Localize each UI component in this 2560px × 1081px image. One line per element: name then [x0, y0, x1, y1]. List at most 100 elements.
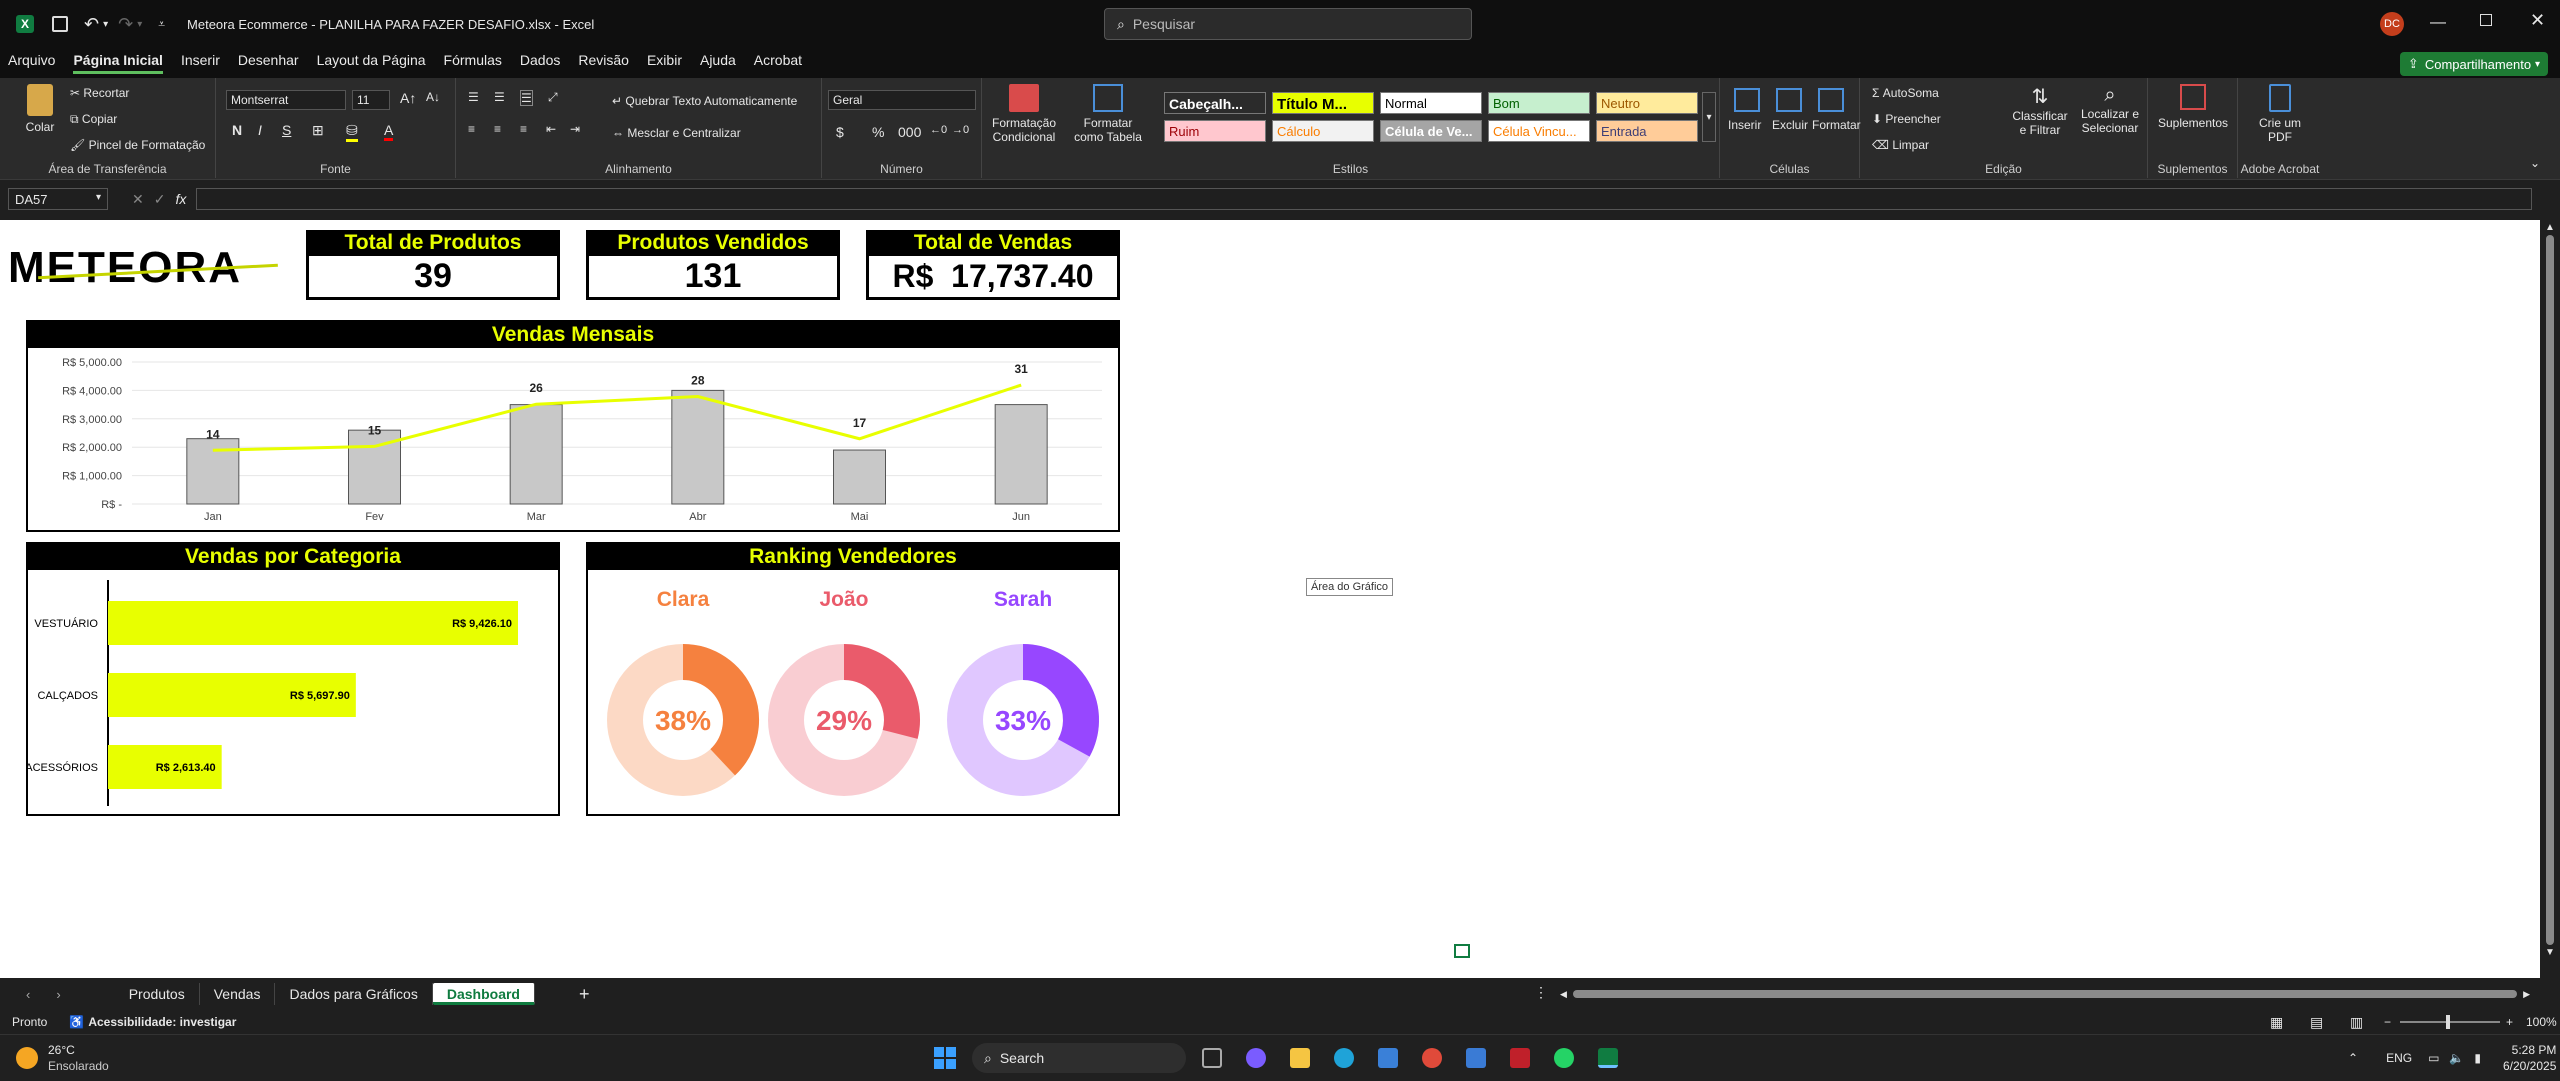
- clock-time[interactable]: 5:28 PM: [2503, 1042, 2557, 1058]
- decrease-decimal-icon[interactable]: →0: [952, 124, 969, 136]
- style-bom[interactable]: Bom: [1488, 92, 1590, 114]
- network-icon[interactable]: ▭: [2428, 1051, 2439, 1065]
- page-break-icon[interactable]: ▥: [2350, 1014, 2363, 1031]
- indent-increase-icon[interactable]: ⇥: [570, 122, 580, 136]
- tab-ajuda[interactable]: Ajuda: [700, 52, 736, 74]
- style-neutro[interactable]: Neutro: [1596, 92, 1698, 114]
- style-normal[interactable]: Normal: [1380, 92, 1482, 114]
- chart-vendas-mensais[interactable]: Vendas Mensais R$ 5,000.00 R$ 4,000.00 R$ …: [26, 320, 1120, 532]
- weather-widget[interactable]: 26°C Ensolarado: [16, 1035, 109, 1081]
- accessibility-status[interactable]: Acessibilidade: investigar: [88, 1015, 236, 1029]
- clear-button[interactable]: ⌫ Limpar: [1872, 138, 1929, 152]
- save-icon[interactable]: [52, 16, 68, 32]
- language-indicator[interactable]: ENG: [2386, 1051, 2412, 1065]
- vertical-scrollbar[interactable]: ▲ ▼: [2540, 220, 2560, 978]
- italic-icon[interactable]: I: [258, 122, 262, 138]
- tray-overflow-icon[interactable]: ⌃: [2348, 1051, 2358, 1065]
- clock-date[interactable]: 6/20/2025: [2503, 1058, 2556, 1074]
- find-select-button[interactable]: ⌕ Localizar e Selecionar: [2076, 84, 2144, 135]
- redo-icon[interactable]: ↷: [118, 14, 133, 35]
- name-box[interactable]: DA57 ▾: [8, 188, 108, 210]
- undo-icon[interactable]: ↶: [84, 14, 99, 35]
- font-color-icon[interactable]: A: [384, 122, 394, 141]
- align-middle-icon[interactable]: ☰: [494, 90, 505, 104]
- style-entrada[interactable]: Entrada: [1596, 120, 1698, 142]
- cancel-entry-icon[interactable]: ✕: [132, 191, 144, 208]
- style-celula-vinculada[interactable]: Célula Vincu...: [1488, 120, 1590, 142]
- font-size-select[interactable]: 11: [352, 90, 390, 110]
- h-scroll-thumb[interactable]: [1572, 990, 2518, 998]
- grow-font-icon[interactable]: A↑: [400, 90, 416, 106]
- zoom-level[interactable]: 100%: [2526, 1015, 2557, 1029]
- normal-view-icon[interactable]: ▦: [2270, 1014, 2283, 1031]
- sheet-tab-dados-graficos[interactable]: Dados para Gráficos: [275, 983, 433, 1005]
- whatsapp-icon[interactable]: [1554, 1048, 1574, 1068]
- avatar[interactable]: DC: [2380, 12, 2404, 36]
- file-explorer-icon[interactable]: [1290, 1048, 1310, 1068]
- style-calculo[interactable]: Cálculo: [1272, 120, 1374, 142]
- more-options-icon[interactable]: ⋮: [1534, 984, 1548, 1001]
- increase-decimal-icon[interactable]: ←0: [930, 124, 947, 136]
- comma-style-icon[interactable]: 000: [898, 124, 921, 140]
- collapse-ribbon-icon[interactable]: ⌄: [2530, 156, 2540, 170]
- scroll-right-icon[interactable]: ▶: [2523, 989, 2530, 1000]
- insert-function-icon[interactable]: fx: [175, 191, 186, 207]
- volume-icon[interactable]: 🔈: [2449, 1051, 2464, 1065]
- minimize-icon[interactable]: —: [2430, 14, 2446, 32]
- paste-button[interactable]: Colar: [20, 84, 60, 134]
- insert-cells-button[interactable]: Inserir: [1728, 118, 1761, 132]
- sort-filter-button[interactable]: ⇅ Classificar e Filtrar: [2010, 84, 2070, 137]
- customize-qat-icon[interactable]: ⩡: [158, 17, 165, 32]
- delete-cells-button[interactable]: Excluir: [1772, 118, 1808, 132]
- zoom-slider-thumb[interactable]: [2446, 1015, 2450, 1029]
- confirm-entry-icon[interactable]: ✓: [154, 191, 166, 208]
- addins-button[interactable]: Suplementos: [2156, 84, 2230, 130]
- styles-more-icon[interactable]: ▾: [1702, 92, 1716, 142]
- orientation-icon[interactable]: ⤢: [548, 90, 558, 105]
- align-center-icon[interactable]: ≡: [494, 122, 501, 136]
- underline-icon[interactable]: S: [282, 122, 291, 138]
- redo-dropdown-icon[interactable]: ▾: [137, 19, 142, 30]
- conditional-format-button[interactable]: Formatação Condicional: [990, 84, 1058, 144]
- align-right-icon[interactable]: ≡: [520, 122, 527, 136]
- style-ruim[interactable]: Ruim: [1164, 120, 1266, 142]
- tab-prev-icon[interactable]: ‹: [26, 987, 30, 1002]
- chart-vendas-categoria[interactable]: Vendas por Categoria VESTUÁRIO R$ 9,426.1…: [26, 542, 560, 816]
- tab-inserir[interactable]: Inserir: [181, 52, 220, 74]
- taskbar-search[interactable]: ⌕ Search: [972, 1043, 1186, 1073]
- page-layout-icon[interactable]: ▤: [2310, 1014, 2323, 1031]
- style-titulo[interactable]: Título M...: [1272, 92, 1374, 114]
- tab-pagina-inicial[interactable]: Página Inicial: [73, 52, 163, 74]
- battery-icon[interactable]: ▮: [2474, 1051, 2481, 1065]
- scroll-thumb[interactable]: [2546, 235, 2554, 945]
- borders-icon[interactable]: ⊞: [312, 122, 324, 139]
- indent-decrease-icon[interactable]: ⇤: [546, 122, 556, 136]
- chart-ranking-vendedores[interactable]: Ranking Vendedores Clara 38% João 29% Sarah 3…: [586, 542, 1120, 816]
- bold-icon[interactable]: N: [232, 122, 242, 138]
- zoom-slider[interactable]: [2400, 1015, 2500, 1029]
- tab-layout[interactable]: Layout da Página: [317, 52, 426, 74]
- create-pdf-button[interactable]: Crie um PDF: [2246, 84, 2314, 144]
- task-view-icon[interactable]: [1202, 1048, 1222, 1068]
- tab-acrobat[interactable]: Acrobat: [754, 52, 802, 74]
- fill-button[interactable]: ⬇ Preencher: [1872, 112, 1941, 126]
- currency-icon[interactable]: $: [836, 124, 844, 140]
- format-painter-button[interactable]: 🖌 Pincel de Formatação: [70, 138, 205, 152]
- fill-color-icon[interactable]: ⛁: [346, 122, 358, 142]
- excel-taskbar-icon[interactable]: [1598, 1048, 1618, 1068]
- autosum-button[interactable]: Σ AutoSoma: [1872, 86, 1939, 100]
- add-sheet-icon[interactable]: +: [579, 984, 590, 1005]
- horizontal-scrollbar[interactable]: ◀ ▶: [1560, 988, 2530, 1000]
- format-table-button[interactable]: Formatar como Tabela: [1068, 84, 1148, 144]
- windows-start-icon[interactable]: [934, 1047, 956, 1069]
- align-top-icon[interactable]: ☰: [468, 90, 479, 104]
- tab-dados[interactable]: Dados: [520, 52, 560, 74]
- font-name-select[interactable]: Montserrat: [226, 90, 346, 110]
- style-cabecalho[interactable]: Cabeçalh...: [1164, 92, 1266, 114]
- scroll-left-icon[interactable]: ◀: [1560, 989, 1567, 1000]
- tab-next-icon[interactable]: ›: [56, 987, 60, 1002]
- zoom-out-icon[interactable]: −: [2384, 1015, 2391, 1029]
- percent-icon[interactable]: %: [872, 124, 884, 140]
- store-icon[interactable]: [1378, 1048, 1398, 1068]
- tab-arquivo[interactable]: Arquivo: [8, 52, 55, 74]
